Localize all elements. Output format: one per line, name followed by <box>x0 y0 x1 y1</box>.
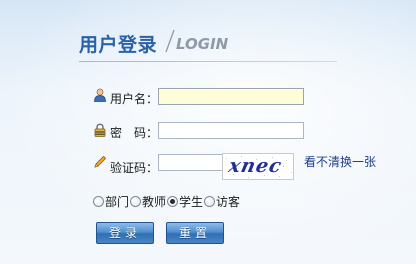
password-input[interactable] <box>158 122 304 139</box>
role-radio-group: 部门 教师 学生 访客 <box>93 193 241 210</box>
radio-label: 部门 <box>105 195 130 209</box>
role-option-teacher[interactable]: 教师 <box>130 193 166 210</box>
radio-label: 访客 <box>216 195 241 209</box>
captcha-input[interactable] <box>158 154 224 171</box>
lock-icon <box>94 123 106 137</box>
radio-button[interactable] <box>167 196 179 207</box>
user-icon <box>94 88 106 102</box>
page-title: 用户登录 <box>79 34 158 56</box>
login-button[interactable]: 登录 <box>96 222 154 244</box>
radio-button[interactable] <box>130 196 142 207</box>
page-subtitle: LOGIN <box>176 35 229 53</box>
radio-label: 学生 <box>179 195 204 209</box>
captcha-label: 验证码： <box>110 161 159 175</box>
password-label: 密 码： <box>110 126 159 140</box>
role-option-department[interactable]: 部门 <box>93 193 129 210</box>
radio-label: 教师 <box>142 195 167 209</box>
role-option-visitor[interactable]: 访客 <box>204 193 240 210</box>
reset-button[interactable]: 重置 <box>166 222 224 244</box>
captcha-text: xnec <box>226 155 285 177</box>
pencil-icon <box>94 155 107 168</box>
title-underline <box>79 61 337 62</box>
role-option-student[interactable]: 学生 <box>167 193 203 210</box>
captcha-image[interactable]: xnec <box>222 153 294 180</box>
refresh-captcha-link[interactable]: 看不清换一张 <box>304 153 376 170</box>
username-label: 用户名： <box>110 92 159 106</box>
radio-button[interactable] <box>93 196 104 207</box>
radio-button[interactable] <box>204 196 216 207</box>
username-input[interactable] <box>158 88 304 105</box>
